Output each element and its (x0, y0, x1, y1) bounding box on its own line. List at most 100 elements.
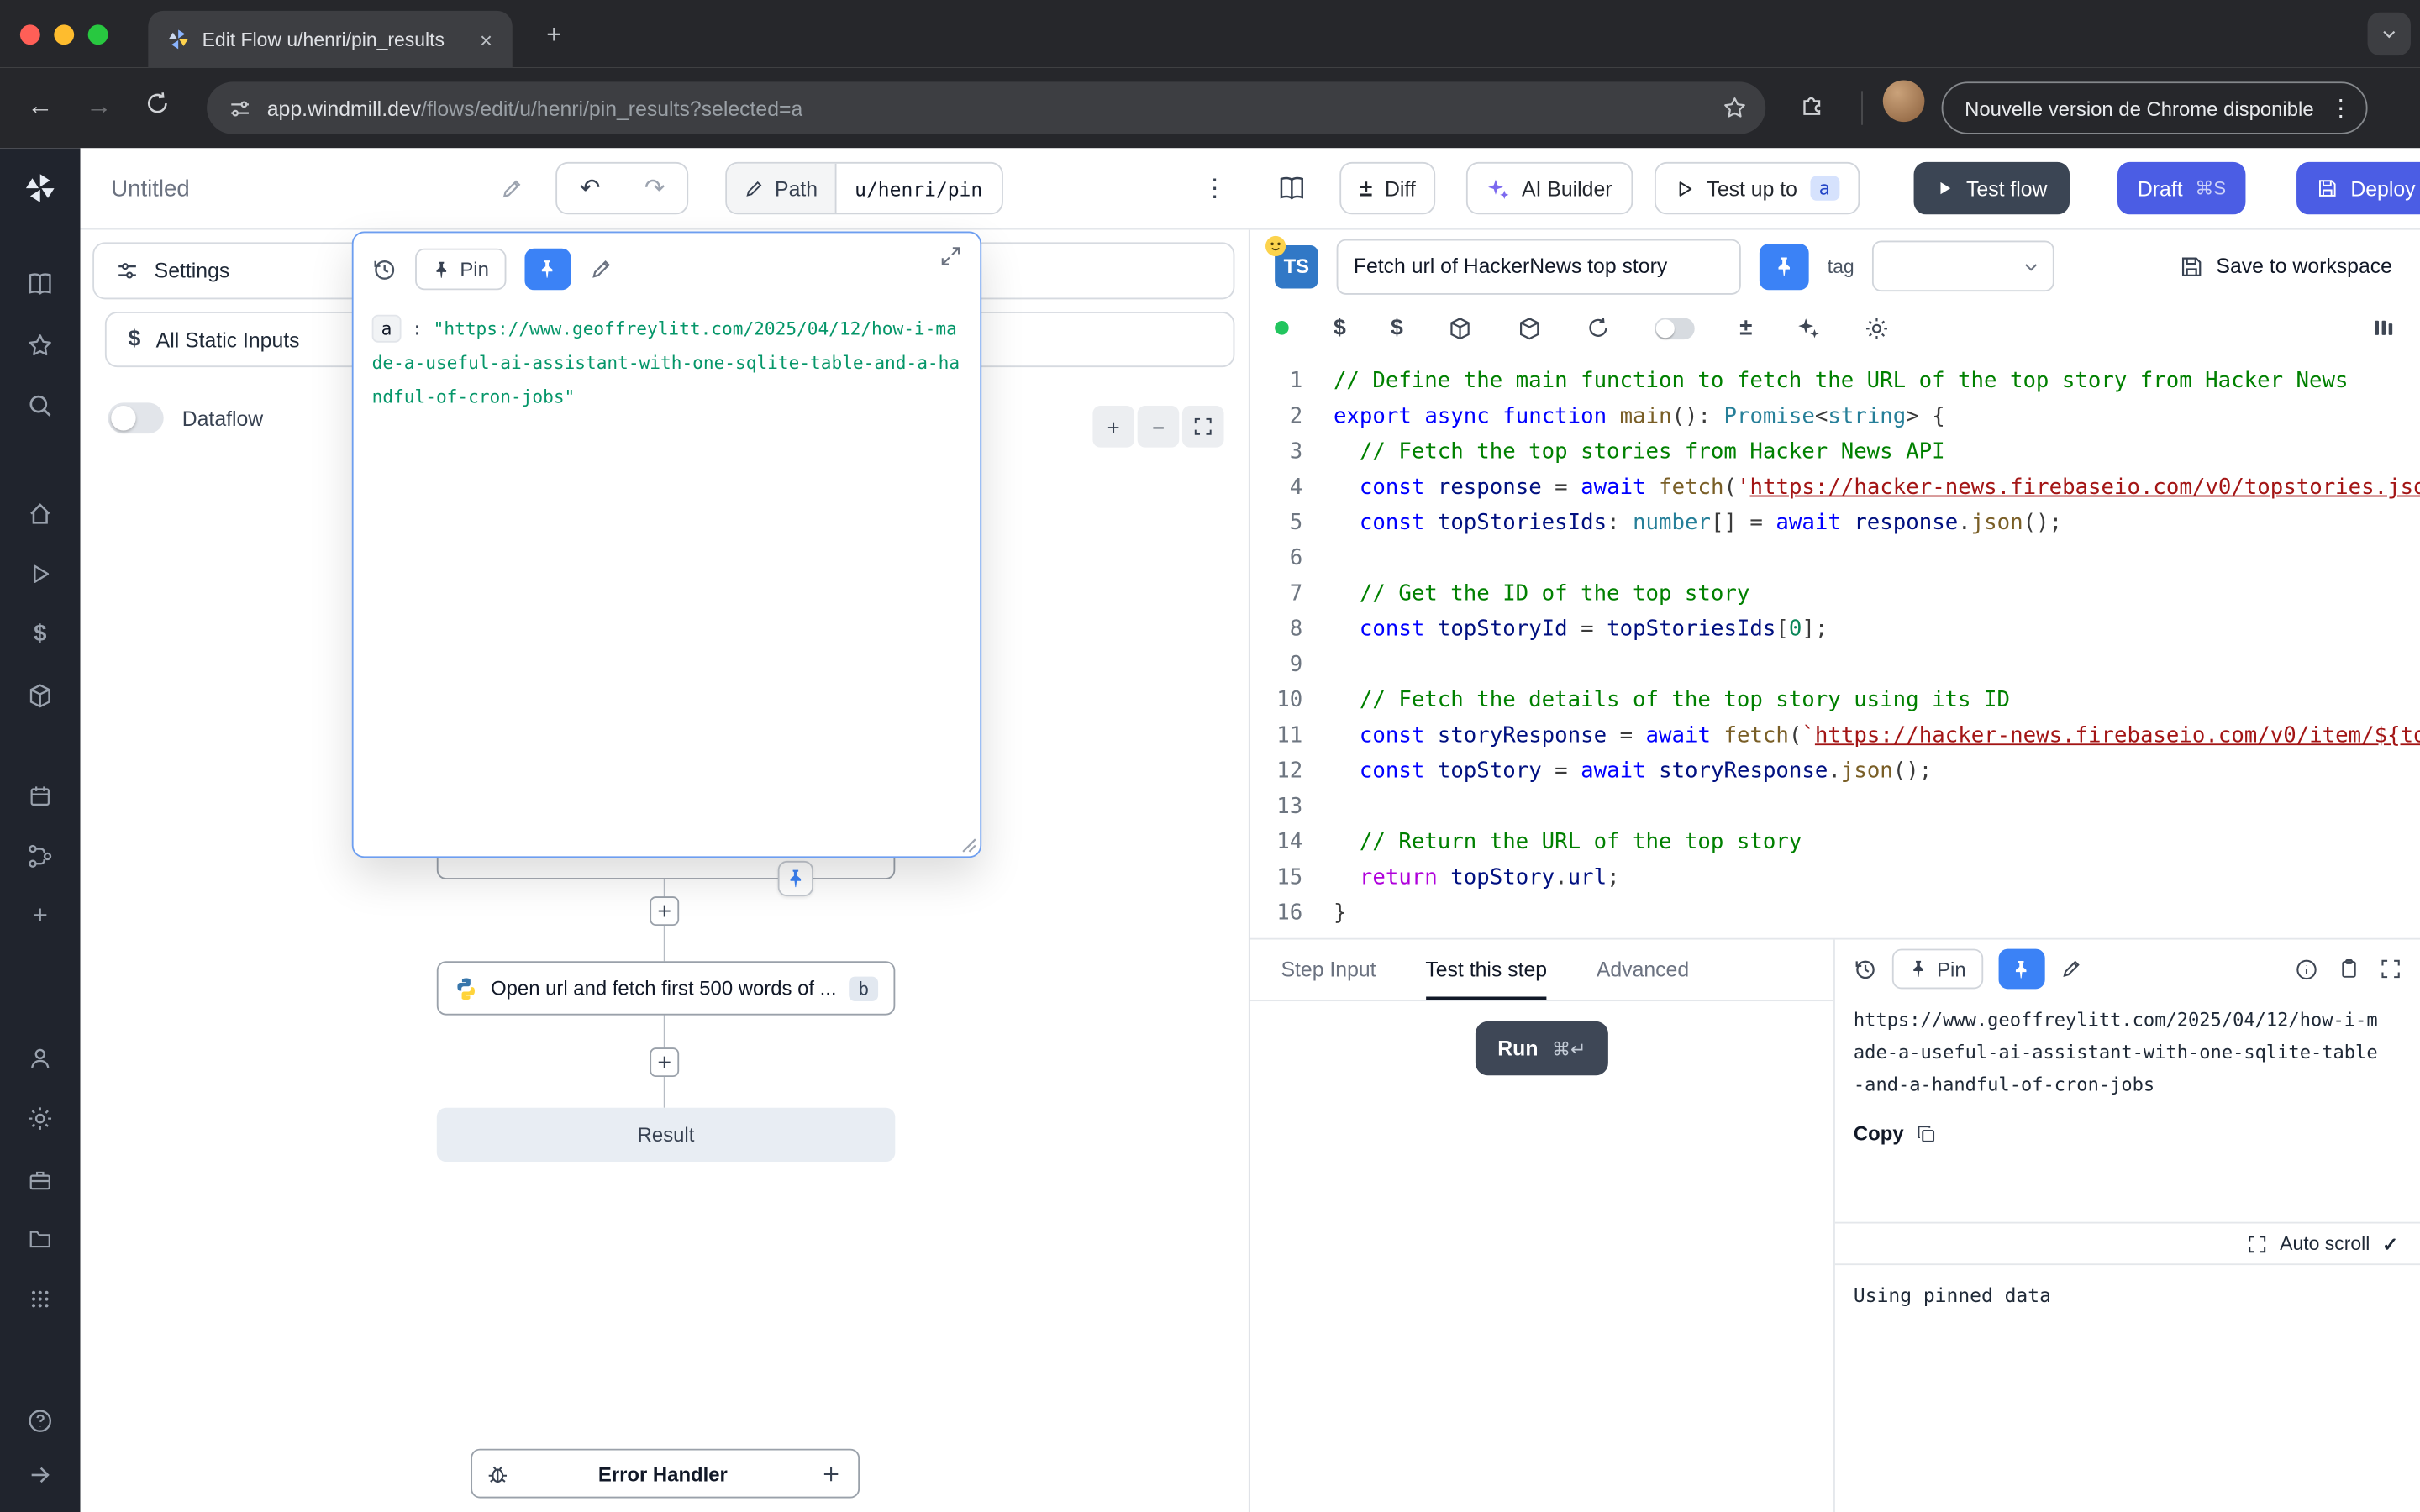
pin-button[interactable]: Pin (1892, 949, 1983, 990)
editor-mini-toggle[interactable] (1655, 317, 1695, 339)
profile-avatar[interactable] (1883, 81, 1925, 123)
plus-icon (656, 902, 673, 919)
flow-title[interactable]: Untitled (111, 148, 189, 229)
test-up-to-button[interactable]: Test up to a (1655, 162, 1860, 214)
resize-grip[interactable] (961, 837, 976, 853)
zoom-out-button[interactable]: − (1138, 406, 1180, 448)
docs-book-button[interactable] (1262, 162, 1321, 214)
workers-icon[interactable] (28, 1168, 52, 1192)
add-error-handler-button[interactable] (817, 1460, 844, 1488)
info-icon[interactable] (2295, 958, 2318, 981)
pinned-toggle-button[interactable] (1998, 949, 2044, 990)
settings-gear-icon[interactable] (27, 1105, 53, 1131)
flow-node-b[interactable]: Open url and fetch first 500 words of ..… (437, 961, 896, 1015)
add-icon[interactable]: + (33, 901, 48, 932)
edit-pin-pencil-icon[interactable] (589, 258, 613, 281)
reload-button[interactable] (139, 91, 176, 115)
fullscreen-icon[interactable] (2380, 958, 2402, 980)
diff-button[interactable]: ± Diff (1339, 162, 1435, 214)
tab-close-icon[interactable]: × (472, 25, 500, 53)
edit-title-pencil-icon[interactable] (500, 162, 523, 214)
docs-icon[interactable] (27, 270, 53, 297)
tab-search-button[interactable] (2368, 13, 2411, 55)
bookmark-star-icon[interactable] (1723, 96, 1747, 120)
site-settings-icon[interactable] (229, 97, 252, 120)
redo-button[interactable]: ↷ (623, 173, 687, 204)
ai-builder-button[interactable]: AI Builder (1466, 162, 1633, 214)
new-tab-button[interactable]: + (533, 14, 576, 57)
resources-icon[interactable] (27, 683, 53, 709)
history-icon[interactable] (372, 257, 397, 281)
insert-step-button[interactable] (650, 896, 679, 926)
undo-button[interactable]: ↶ (557, 173, 623, 204)
error-handler-node[interactable]: Error Handler (471, 1449, 860, 1499)
tab-step-input[interactable]: Step Input (1281, 940, 1376, 1000)
tab-advanced[interactable]: Advanced (1597, 940, 1689, 1000)
folders-icon[interactable] (28, 1226, 52, 1251)
editor-settings-gear-icon[interactable] (1865, 316, 1889, 340)
user-icon[interactable] (28, 1046, 52, 1070)
pencil-icon (744, 178, 764, 198)
tag-select[interactable] (1873, 241, 2055, 292)
pin-label: Pin (460, 258, 489, 281)
chrome-update-button[interactable]: Nouvelle version de Chrome disponible ⋮ (1942, 81, 2368, 134)
library-panel-icon[interactable] (2372, 317, 2396, 340)
runs-icon[interactable] (28, 562, 52, 586)
insert-step-button[interactable] (650, 1047, 679, 1077)
windmill-logo[interactable] (24, 171, 57, 205)
apps-grid-icon[interactable] (29, 1288, 52, 1311)
path-label: Path (775, 176, 818, 200)
home-icon[interactable] (27, 501, 53, 527)
zoom-window-button[interactable] (88, 24, 108, 45)
schedules-icon[interactable] (28, 784, 52, 808)
auto-scroll-row[interactable]: Auto scroll ✓ (1835, 1222, 2420, 1265)
path-value[interactable]: u/henri/pin (836, 164, 1001, 213)
close-window-button[interactable] (20, 24, 40, 45)
variables-icon[interactable]: $ (34, 621, 46, 647)
favorites-star-icon[interactable] (27, 333, 53, 359)
help-icon[interactable] (27, 1408, 53, 1434)
more-options-kebab[interactable]: ⋮ (1197, 162, 1231, 214)
pinned-toggle-button[interactable] (1760, 243, 1809, 289)
zoom-in-button[interactable]: + (1092, 406, 1134, 448)
url-bar[interactable]: app.windmill.dev/flows/edit/u/henri/pin_… (207, 81, 1765, 134)
pinned-toggle-button[interactable] (524, 249, 571, 291)
browser-menu-icon[interactable]: ⋮ (2329, 94, 2353, 122)
deploy-button[interactable]: Deploy (2296, 162, 2420, 214)
result-value[interactable]: https://www.geoffreylitt.com/2025/04/12/… (1854, 1005, 2378, 1102)
save-to-workspace-button[interactable]: Save to workspace (2179, 254, 2392, 278)
add-resource-icon[interactable]: $ (1391, 316, 1403, 340)
minimize-window-button[interactable] (54, 24, 74, 45)
reload-icon[interactable] (1586, 317, 1610, 340)
step-summary-input[interactable] (1337, 239, 1741, 294)
dependencies-icon[interactable] (1518, 316, 1542, 340)
node-a-pin-badge[interactable] (778, 861, 813, 896)
test-flow-button[interactable]: Test flow (1914, 162, 2070, 214)
app-sidebar: $ + (0, 148, 81, 1512)
package-icon[interactable] (1448, 316, 1472, 340)
result-node[interactable]: Result (437, 1108, 896, 1162)
dataflow-toggle[interactable] (108, 402, 164, 433)
browser-tab[interactable]: Edit Flow u/henri/pin_results × (148, 11, 512, 68)
expand-sidebar-icon[interactable] (28, 1462, 52, 1487)
flows-icon[interactable] (27, 843, 53, 869)
pin-button[interactable]: Pin (415, 249, 506, 291)
tab-test-this-step[interactable]: Test this step (1425, 940, 1547, 1000)
path-button[interactable]: Path (727, 164, 836, 213)
forward-button[interactable]: → (81, 91, 118, 122)
code-editor[interactable]: 12345678910111213141516 // Define the ma… (1250, 354, 2420, 938)
copy-button[interactable]: Copy (1854, 1121, 2402, 1145)
history-icon[interactable] (1854, 958, 1877, 981)
expand-popup-icon[interactable] (940, 245, 962, 267)
run-button[interactable]: Run ⌘↵ (1476, 1021, 1608, 1075)
extensions-button[interactable] (1793, 91, 1830, 117)
draft-button[interactable]: Draft ⌘S (2118, 162, 2246, 214)
add-variable-icon[interactable]: $ (1334, 316, 1346, 340)
edit-pin-pencil-icon[interactable] (2060, 958, 2082, 980)
diff-mode-icon[interactable]: ± (1739, 315, 1752, 341)
back-button[interactable]: ← (22, 91, 59, 122)
fit-view-button[interactable] (1182, 406, 1224, 448)
ai-sparkles-icon[interactable] (1797, 317, 1821, 340)
search-icon[interactable] (27, 392, 53, 418)
clipboard-icon[interactable] (2338, 958, 2360, 980)
